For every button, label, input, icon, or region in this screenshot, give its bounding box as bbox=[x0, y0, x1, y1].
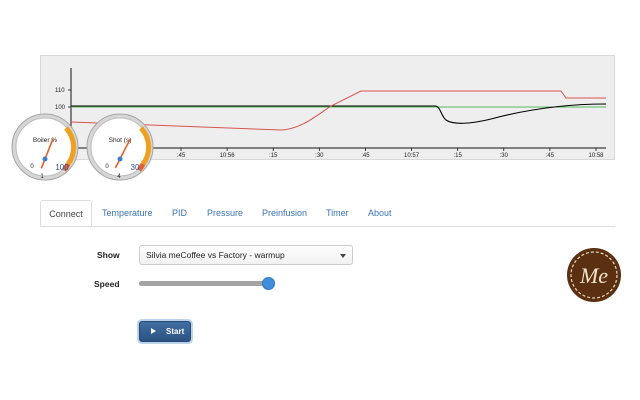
start-button-label: Start bbox=[166, 327, 185, 336]
boiler-gauge-title: Boiler % bbox=[33, 137, 57, 144]
tab-connect[interactable]: Connect bbox=[40, 200, 92, 226]
start-button[interactable]: Start bbox=[139, 321, 191, 342]
x-tick-label: :45 bbox=[177, 153, 186, 159]
tab-preinfusion[interactable]: Preinfusion bbox=[262, 200, 307, 226]
x-tick-label: :45 bbox=[546, 153, 555, 159]
boiler-gauge: Boiler % 0 100 1 bbox=[10, 112, 80, 182]
shot-gauge-max-label: 30 bbox=[131, 163, 140, 172]
x-tick-label: 10:56 bbox=[220, 153, 236, 159]
x-tick-label: 10:58 bbox=[588, 153, 604, 159]
logo-text: Me bbox=[579, 263, 608, 288]
speed-slider[interactable] bbox=[139, 277, 275, 290]
x-tick-label: :15 bbox=[453, 153, 462, 159]
tab-temperature[interactable]: Temperature bbox=[102, 200, 153, 226]
y-tick-label-100: 100 bbox=[55, 105, 66, 111]
boiler-gauge-max-label: 100 bbox=[55, 163, 69, 172]
speed-slider-thumb[interactable] bbox=[261, 277, 275, 290]
tab-bar: Connect Temperature PID Pressure Preinfu… bbox=[40, 200, 615, 227]
shot-gauge: Shot (s) 0 30 4 bbox=[85, 112, 155, 182]
tab-pressure[interactable]: Pressure bbox=[207, 200, 243, 226]
x-ticks: :45 10:56 :15 :30 :45 10:57 :15 :30 :45 10:58 bbox=[177, 148, 604, 159]
y-tick-label-110: 110 bbox=[55, 88, 65, 94]
tab-about[interactable]: About bbox=[368, 200, 392, 226]
x-tick-label: :30 bbox=[500, 153, 509, 159]
show-select[interactable]: Silvia meCoffee vs Factory - warmup bbox=[139, 245, 353, 265]
play-icon bbox=[151, 328, 156, 334]
speed-label: Speed bbox=[94, 279, 120, 289]
tab-timer[interactable]: Timer bbox=[326, 200, 349, 226]
x-tick-label: 10:57 bbox=[404, 153, 420, 159]
caret-down-icon bbox=[340, 254, 346, 258]
x-tick-label: :15 bbox=[269, 153, 278, 159]
speed-slider-fill bbox=[139, 281, 269, 286]
tab-pid[interactable]: PID bbox=[172, 200, 187, 226]
mecoffee-logo-icon: Me bbox=[564, 245, 624, 305]
x-tick-label: :45 bbox=[361, 153, 370, 159]
x-tick-label: :30 bbox=[315, 153, 324, 159]
show-select-value: Silvia meCoffee vs Factory - warmup bbox=[146, 250, 285, 260]
show-label: Show bbox=[97, 250, 120, 260]
